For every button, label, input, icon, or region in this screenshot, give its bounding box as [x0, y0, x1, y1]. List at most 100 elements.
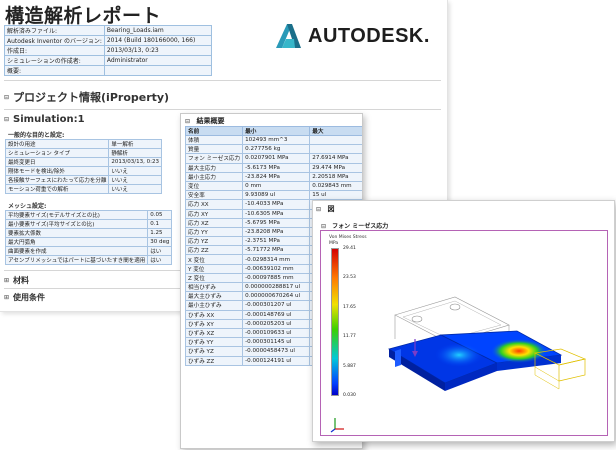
colorbar-tick-label: 11.77: [343, 334, 356, 339]
results-row: 質量 0.277756 kg: [184, 144, 362, 155]
row-value: Administrator: [103, 55, 213, 66]
results-summary-header[interactable]: ⊟ 結果概要: [185, 116, 224, 126]
general-settings-row: 最終変更日 2013/03/13, 0:23: [4, 157, 162, 167]
column-header-min: 最小: [242, 126, 311, 136]
figure-section-header[interactable]: ⊟ 図: [316, 204, 334, 214]
result-name-cell: 変位: [184, 180, 244, 192]
row-value: 1.25: [147, 228, 173, 238]
row-label: モーション荷重での解析: [4, 184, 110, 194]
row-label: 最大円弧角: [4, 237, 149, 247]
result-min-cell: -23.824 MPa: [242, 171, 311, 182]
result-name-cell: 最大主応力: [184, 162, 244, 173]
colorbar-tick-label: 23.53: [343, 275, 356, 280]
result-min-cell: -0.000124191 ul: [242, 355, 311, 366]
row-label: 最終変更日: [4, 157, 110, 167]
result-name-cell: ひずみ YY: [184, 337, 244, 348]
collapse-toggle-icon[interactable]: ⊟: [321, 223, 326, 230]
stress-plot-frame: Von Mises Stress MPa 29.41 23.53 17.65 1…: [320, 230, 608, 436]
row-value: 静解析: [108, 148, 162, 158]
mesh-settings-row: アセンブリメッシュではパートに基づいたすき間を適用 はい: [4, 255, 173, 265]
conditions-section-header[interactable]: ⊞ 使用条件: [4, 292, 45, 303]
results-row: 体積 102493 mm^3: [184, 134, 362, 146]
colorbar-tick-label: 5.887: [343, 364, 356, 369]
result-min-cell: -5.71772 MPa: [242, 245, 311, 256]
mesh-settings-row: 平均要素サイズ(モデルサイズとの比) 0.05: [4, 210, 173, 220]
result-min-cell: 102493 mm^3: [242, 134, 311, 146]
mesh-settings-row: 要素拡大係数 1.25: [4, 228, 173, 238]
fea-model-render: [387, 296, 587, 391]
row-label: シミュレーション タイプ: [4, 148, 110, 158]
row-value: [103, 65, 213, 76]
result-name-cell: 応力 XZ: [184, 217, 244, 228]
result-min-cell: -5.6173 MPa: [242, 162, 311, 173]
collapse-toggle-icon[interactable]: ⊟: [4, 94, 9, 101]
file-info-table: 解析済みファイル: Bearing_Loads.iam Autodesk Inven…: [4, 25, 213, 76]
collapse-toggle-icon[interactable]: ⊟: [185, 118, 190, 125]
row-label: 平均要素サイズ(モデルサイズとの比): [4, 210, 149, 220]
result-min-cell: -0.0000458473 ul: [242, 346, 311, 357]
result-name-cell: 応力 YZ: [184, 236, 244, 247]
stress-colorbar: [331, 248, 339, 396]
result-name-cell: 最大主ひずみ: [184, 291, 244, 302]
result-name-cell: 最小主ひずみ: [184, 300, 244, 311]
row-label: 解析済みファイル:: [4, 25, 105, 36]
row-label: 概要:: [4, 65, 105, 76]
result-name-cell: ひずみ XZ: [184, 327, 244, 339]
colorbar-tick-label: 29.41: [343, 246, 356, 251]
project-section-header[interactable]: ⊟ プロジェクト情報(iProperty): [4, 89, 169, 105]
result-min-cell: 9.93089 ul: [242, 190, 311, 201]
result-min-cell: 0.000000288817 ul: [242, 281, 311, 293]
simulation-section-header[interactable]: ⊟ Simulation:1: [4, 114, 85, 125]
row-value: いいえ: [108, 166, 162, 176]
row-value: いいえ: [108, 184, 162, 194]
result-min-cell: -10.6305 MPa: [242, 208, 311, 219]
mesh-settings-label: メッシュ設定:: [8, 203, 47, 210]
row-label: 曲面要素を作成: [4, 246, 149, 256]
row-value: 0.1: [147, 219, 173, 229]
result-max-cell: 0.029843 mm: [309, 180, 362, 192]
material-section-header[interactable]: ⊞ 材料: [4, 275, 29, 286]
autodesk-logo: AUTODESK.: [274, 20, 430, 52]
result-min-cell: -0.00097885 mm: [242, 272, 311, 284]
stress-plot-panel: ⊟ 図 ⊟ フォン ミーゼス応力 Von Mises Stress MPa 29…: [312, 200, 615, 442]
result-name-cell: Z 変位: [184, 272, 244, 284]
material-section-label: 材料: [13, 276, 30, 285]
result-min-cell: -0.0298314 mm: [242, 254, 311, 265]
result-min-cell: -0.000205203 ul: [242, 318, 311, 329]
figure-section-label: 図: [327, 205, 335, 213]
general-settings-row: 設計の用途 単一解析: [4, 139, 162, 149]
results-row: 変位 0 mm 0.029843 mm: [184, 180, 362, 192]
results-row: 最大主応力 -5.6173 MPa 29.474 MPa: [184, 162, 362, 173]
result-name-cell: 体積: [184, 134, 244, 146]
result-name-cell: ひずみ ZZ: [184, 355, 244, 366]
autodesk-logo-text: AUTODESK.: [308, 24, 430, 47]
report-title: 構造解析レポート: [5, 5, 162, 27]
result-max-cell: 15 ul: [309, 190, 362, 201]
results-header-row: 名前 最小 最大: [184, 126, 362, 136]
result-name-cell: フォン ミーゼス応力: [184, 153, 244, 164]
result-max-cell: 29.474 MPa: [309, 162, 362, 173]
result-min-cell: -2.3751 MPa: [242, 236, 311, 247]
result-min-cell: -0.000148769 ul: [242, 309, 311, 320]
result-max-cell: [309, 144, 362, 155]
legend-title: Von Mises Stress MPa: [329, 235, 367, 246]
result-min-cell: 0.277756 kg: [242, 144, 311, 155]
collapse-toggle-icon[interactable]: ⊟: [4, 116, 9, 123]
simulation-section-label: Simulation:1: [13, 114, 85, 125]
results-row: 最小主応力 -23.824 MPa 2.20518 MPa: [184, 171, 362, 182]
collapse-toggle-icon[interactable]: ⊟: [316, 206, 321, 213]
stress-plot-header[interactable]: ⊟ フォン ミーゼス応力: [321, 221, 388, 230]
result-min-cell: -0.00639102 mm: [242, 263, 311, 274]
row-value: 30 deg: [147, 237, 173, 247]
result-min-cell: -0.000301207 ul: [242, 300, 311, 311]
collapse-toggle-icon[interactable]: ⊞: [4, 294, 9, 301]
collapse-toggle-icon[interactable]: ⊞: [4, 277, 9, 284]
general-settings-row: モーション荷重での解析 いいえ: [4, 184, 162, 194]
row-value: 単一解析: [108, 139, 162, 149]
general-settings-row: シミュレーション タイプ 静解析: [4, 148, 162, 158]
file-info-row: 作成日: 2013/03/13, 0:23: [4, 45, 213, 56]
result-min-cell: 0.0207901 MPa: [242, 153, 311, 164]
result-min-cell: 0.000000670264 ul: [242, 291, 311, 302]
result-min-cell: -0.000301145 ul: [242, 337, 311, 348]
general-settings-table: 設計の用途 単一解析 シミュレーション タイプ 静解析 最終変更日 2013/03/13,…: [4, 139, 162, 194]
